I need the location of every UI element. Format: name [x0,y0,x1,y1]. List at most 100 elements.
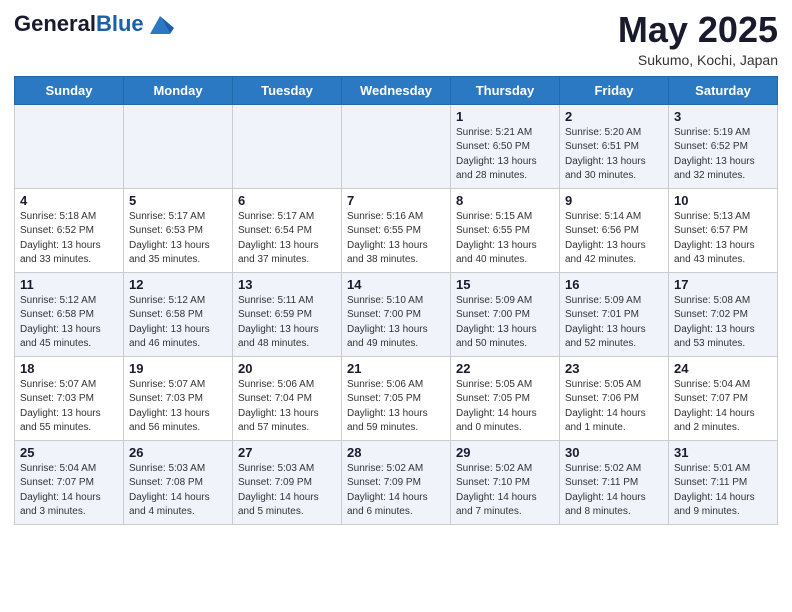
day-info: Sunrise: 5:07 AM Sunset: 7:03 PM Dayligh… [20,378,118,436]
weekday-header-monday: Monday [124,76,233,104]
day-number: 6 [238,193,336,208]
calendar-cell: 24 Sunrise: 5:04 AM Sunset: 7:07 PM Dayli… [669,356,778,440]
day-number: 28 [347,445,445,460]
day-info: Sunrise: 5:12 AM Sunset: 6:58 PM Dayligh… [129,294,227,352]
logo: GeneralBlue [14,10,174,38]
calendar-cell: 15 Sunrise: 5:09 AM Sunset: 7:00 PM Dayli… [451,272,560,356]
calendar-cell: 30Sunrise: 5:02 AM Sunset: 7:11 PM Dayli… [560,440,669,524]
day-number: 3 [674,109,772,124]
calendar-cell: 6 Sunrise: 5:17 AM Sunset: 6:54 PM Daylig… [233,188,342,272]
day-info: Sunrise: 5:07 AM Sunset: 7:03 PM Dayligh… [129,378,227,436]
weekday-header-wednesday: Wednesday [342,76,451,104]
calendar-table: SundayMondayTuesdayWednesdayThursdayFrid… [14,76,778,525]
calendar-cell: 4Sunrise: 5:18 AM Sunset: 6:52 PM Daylig… [15,188,124,272]
day-number: 1 [456,109,554,124]
day-number: 5 [129,193,227,208]
day-info: Sunrise: 5:06 AM Sunset: 7:05 PM Dayligh… [347,378,445,436]
day-number: 15 [456,277,554,292]
day-info: Sunrise: 5:09 AM Sunset: 7:01 PM Dayligh… [565,294,663,352]
day-number: 10 [674,193,772,208]
logo-general-text: General [14,11,96,36]
day-number: 25 [20,445,118,460]
week-row-4: 18 Sunrise: 5:07 AM Sunset: 7:03 PM Dayli… [15,356,778,440]
calendar-page: GeneralBlue May 2025 Sukumo, Kochi, Japa… [0,0,792,539]
day-info: Sunrise: 5:01 AM Sunset: 7:11 PM Dayligh… [674,462,772,520]
calendar-title: May 2025 [618,10,778,50]
calendar-cell: 16 Sunrise: 5:09 AM Sunset: 7:01 PM Dayli… [560,272,669,356]
calendar-cell: 26 Sunrise: 5:03 AM Sunset: 7:08 PM Dayli… [124,440,233,524]
day-number: 27 [238,445,336,460]
calendar-cell: 21 Sunrise: 5:06 AM Sunset: 7:05 PM Dayli… [342,356,451,440]
calendar-cell: 8 Sunrise: 5:15 AM Sunset: 6:55 PM Daylig… [451,188,560,272]
day-number: 23 [565,361,663,376]
calendar-cell: 25 Sunrise: 5:04 AM Sunset: 7:07 PM Dayli… [15,440,124,524]
weekday-header-tuesday: Tuesday [233,76,342,104]
calendar-cell: 27 Sunrise: 5:03 AM Sunset: 7:09 PM Dayli… [233,440,342,524]
header: GeneralBlue May 2025 Sukumo, Kochi, Japa… [14,10,778,68]
weekday-header-friday: Friday [560,76,669,104]
day-number: 18 [20,361,118,376]
calendar-cell [233,104,342,188]
day-number: 20 [238,361,336,376]
day-info: Sunrise: 5:10 AM Sunset: 7:00 PM Dayligh… [347,294,445,352]
calendar-cell: 28 Sunrise: 5:02 AM Sunset: 7:09 PM Dayli… [342,440,451,524]
calendar-cell: 29 Sunrise: 5:02 AM Sunset: 7:10 PM Dayli… [451,440,560,524]
day-number: 8 [456,193,554,208]
calendar-cell [15,104,124,188]
day-number: 24 [674,361,772,376]
day-number: 14 [347,277,445,292]
day-info: Sunrise: 5:08 AM Sunset: 7:02 PM Dayligh… [674,294,772,352]
day-number: 12 [129,277,227,292]
day-info: Sunrise: 5:05 AM Sunset: 7:06 PM Dayligh… [565,378,663,436]
day-number: 22 [456,361,554,376]
calendar-cell: 10 Sunrise: 5:13 AM Sunset: 6:57 PM Dayli… [669,188,778,272]
calendar-cell: 14 Sunrise: 5:10 AM Sunset: 7:00 PM Dayli… [342,272,451,356]
weekday-header-thursday: Thursday [451,76,560,104]
calendar-cell: 5 Sunrise: 5:17 AM Sunset: 6:53 PM Daylig… [124,188,233,272]
day-info: Sunrise: 5:09 AM Sunset: 7:00 PM Dayligh… [456,294,554,352]
logo-blue-text: Blue [96,11,144,36]
calendar-cell [342,104,451,188]
day-info: Sunrise: 5:04 AM Sunset: 7:07 PM Dayligh… [674,378,772,436]
calendar-cell: 31Sunrise: 5:01 AM Sunset: 7:11 PM Dayli… [669,440,778,524]
calendar-cell: 19Sunrise: 5:07 AM Sunset: 7:03 PM Dayli… [124,356,233,440]
day-info: Sunrise: 5:03 AM Sunset: 7:09 PM Dayligh… [238,462,336,520]
week-row-1: 1Sunrise: 5:21 AM Sunset: 6:50 PM Daylig… [15,104,778,188]
day-number: 29 [456,445,554,460]
calendar-cell: 17Sunrise: 5:08 AM Sunset: 7:02 PM Dayli… [669,272,778,356]
day-info: Sunrise: 5:05 AM Sunset: 7:05 PM Dayligh… [456,378,554,436]
day-info: Sunrise: 5:17 AM Sunset: 6:53 PM Dayligh… [129,210,227,268]
day-info: Sunrise: 5:17 AM Sunset: 6:54 PM Dayligh… [238,210,336,268]
day-number: 16 [565,277,663,292]
day-number: 13 [238,277,336,292]
calendar-cell: 11Sunrise: 5:12 AM Sunset: 6:58 PM Dayli… [15,272,124,356]
calendar-cell: 20Sunrise: 5:06 AM Sunset: 7:04 PM Dayli… [233,356,342,440]
day-info: Sunrise: 5:13 AM Sunset: 6:57 PM Dayligh… [674,210,772,268]
day-info: Sunrise: 5:19 AM Sunset: 6:52 PM Dayligh… [674,126,772,184]
calendar-cell: 7Sunrise: 5:16 AM Sunset: 6:55 PM Daylig… [342,188,451,272]
calendar-cell: 18 Sunrise: 5:07 AM Sunset: 7:03 PM Dayli… [15,356,124,440]
title-block: May 2025 Sukumo, Kochi, Japan [618,10,778,68]
day-info: Sunrise: 5:03 AM Sunset: 7:08 PM Dayligh… [129,462,227,520]
day-info: Sunrise: 5:12 AM Sunset: 6:58 PM Dayligh… [20,294,118,352]
calendar-cell: 13Sunrise: 5:11 AM Sunset: 6:59 PM Dayli… [233,272,342,356]
day-info: Sunrise: 5:20 AM Sunset: 6:51 PM Dayligh… [565,126,663,184]
day-info: Sunrise: 5:02 AM Sunset: 7:10 PM Dayligh… [456,462,554,520]
week-row-3: 11Sunrise: 5:12 AM Sunset: 6:58 PM Dayli… [15,272,778,356]
calendar-cell: 1Sunrise: 5:21 AM Sunset: 6:50 PM Daylig… [451,104,560,188]
week-row-5: 25 Sunrise: 5:04 AM Sunset: 7:07 PM Dayli… [15,440,778,524]
day-info: Sunrise: 5:18 AM Sunset: 6:52 PM Dayligh… [20,210,118,268]
calendar-cell: 22 Sunrise: 5:05 AM Sunset: 7:05 PM Dayli… [451,356,560,440]
day-number: 21 [347,361,445,376]
weekday-header-sunday: Sunday [15,76,124,104]
day-number: 9 [565,193,663,208]
calendar-cell: 12 Sunrise: 5:12 AM Sunset: 6:58 PM Dayli… [124,272,233,356]
day-number: 26 [129,445,227,460]
day-info: Sunrise: 5:04 AM Sunset: 7:07 PM Dayligh… [20,462,118,520]
day-info: Sunrise: 5:02 AM Sunset: 7:09 PM Dayligh… [347,462,445,520]
day-info: Sunrise: 5:15 AM Sunset: 6:55 PM Dayligh… [456,210,554,268]
calendar-cell: 23 Sunrise: 5:05 AM Sunset: 7:06 PM Dayli… [560,356,669,440]
day-info: Sunrise: 5:02 AM Sunset: 7:11 PM Dayligh… [565,462,663,520]
day-info: Sunrise: 5:14 AM Sunset: 6:56 PM Dayligh… [565,210,663,268]
weekday-header-row: SundayMondayTuesdayWednesdayThursdayFrid… [15,76,778,104]
